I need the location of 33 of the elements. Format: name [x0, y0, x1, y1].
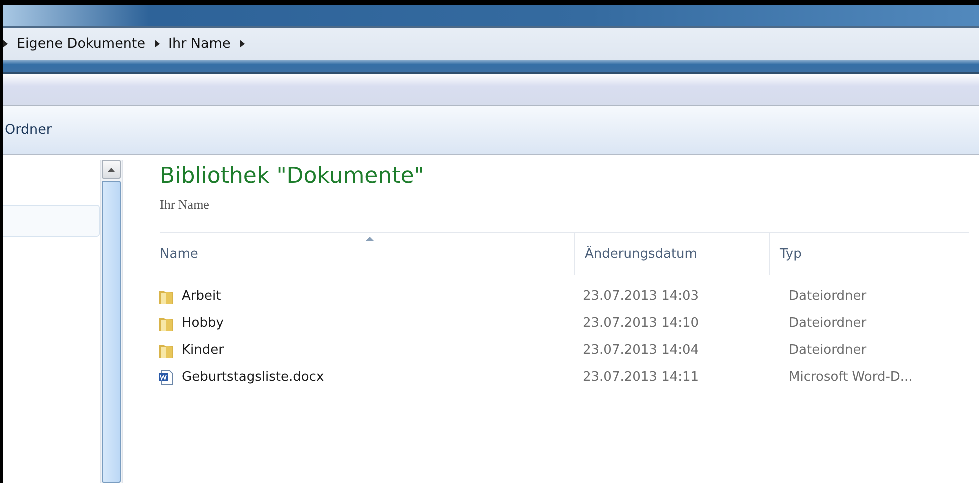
toolbar-button[interactable]: Ordner [3, 120, 56, 140]
scroll-thumb[interactable] [102, 181, 121, 483]
breadcrumb-arrow-icon[interactable] [3, 40, 8, 48]
breadcrumb-arrow-icon[interactable] [154, 40, 160, 48]
library-subtitle[interactable]: Ihr Name [160, 197, 210, 213]
library-title: Bibliothek "Dokumente" [160, 164, 426, 189]
date-cell: 23.07.2013 14:04 [583, 343, 700, 358]
breadcrumb-item[interactable]: Eigene Dokumente [17, 36, 146, 52]
breadcrumb-arrow-icon[interactable] [240, 40, 245, 48]
folder-icon [158, 316, 174, 332]
address-bar[interactable]: Eigene Dokumente Ihr Name [3, 28, 979, 60]
folder-icon [158, 288, 174, 304]
date-cell: 23.07.2013 14:10 [583, 316, 700, 331]
word-document-icon [158, 370, 174, 386]
type-cell: Dateiordner [789, 343, 867, 358]
scrollbar[interactable] [100, 160, 123, 483]
column-header[interactable]: Typ [769, 233, 959, 275]
type-cell: Dateiordner [789, 289, 867, 304]
date-cell: 23.07.2013 14:03 [583, 289, 700, 304]
scroll-up-button[interactable] [102, 160, 121, 179]
sort-arrow-icon [366, 237, 374, 241]
file-name[interactable]: Arbeit [182, 289, 222, 304]
date-cell: 23.07.2013 14:11 [583, 370, 700, 385]
folder-icon [158, 342, 174, 358]
file-name[interactable]: Hobby [182, 316, 224, 331]
breadcrumb-item[interactable]: Ihr Name [168, 36, 231, 52]
caret-icon [108, 168, 115, 172]
column-header[interactable]: Name [160, 233, 574, 275]
file-name[interactable]: Kinder [182, 343, 224, 358]
column-header[interactable]: Änderungsdatum [574, 233, 769, 275]
file-name[interactable]: Geburtstagsliste.docx [182, 370, 324, 385]
type-cell: Dateiordner [789, 316, 867, 331]
type-cell: Microsoft Word-D... [789, 370, 913, 385]
